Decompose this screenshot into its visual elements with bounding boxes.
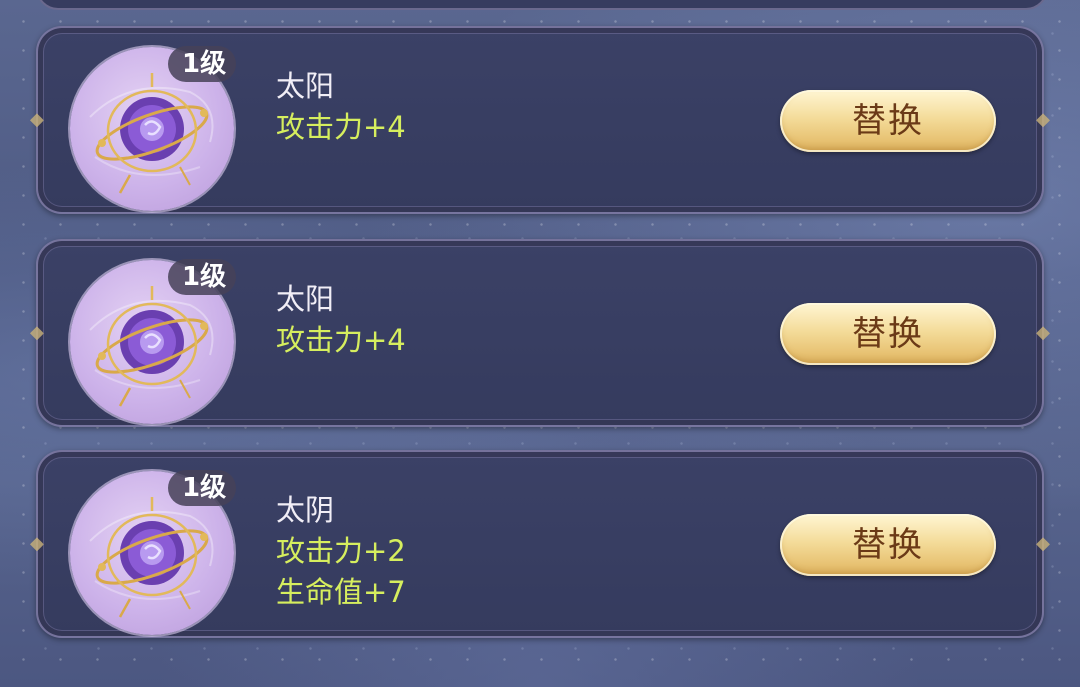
- item-stat: 攻击力+4: [276, 110, 406, 144]
- item-stat: 攻击力+2: [276, 534, 406, 568]
- replace-button[interactable]: 替换: [780, 90, 996, 152]
- item-stat: 生命值+7: [276, 575, 406, 609]
- previous-card-edge: [36, 0, 1048, 10]
- diamond-ornament-icon: ◆: [1036, 322, 1050, 343]
- diamond-ornament-icon: ◆: [30, 533, 44, 554]
- item-card: ◆ ◆ 1级 太阳 攻击力+4 替换: [30, 239, 1050, 427]
- item-stat: 攻击力+4: [276, 323, 406, 357]
- diamond-ornament-icon: ◆: [30, 109, 44, 130]
- level-badge: 1级: [168, 259, 237, 295]
- diamond-ornament-icon: ◆: [1036, 533, 1050, 554]
- diamond-ornament-icon: ◆: [30, 322, 44, 343]
- item-card: ◆ ◆ 1级 太阳 攻击力+4 替换: [30, 26, 1050, 214]
- item-name: 太阴: [276, 493, 335, 527]
- replace-button[interactable]: 替换: [780, 303, 996, 365]
- level-badge: 1级: [168, 470, 237, 506]
- item-card: ◆ ◆ 1级 太阴 攻击力+2 生命值+7 替换: [30, 450, 1050, 638]
- item-name: 太阳: [276, 69, 335, 103]
- diamond-ornament-icon: ◆: [1036, 109, 1050, 130]
- replace-button[interactable]: 替换: [780, 514, 996, 576]
- level-badge: 1级: [168, 46, 237, 82]
- item-name: 太阳: [276, 282, 335, 316]
